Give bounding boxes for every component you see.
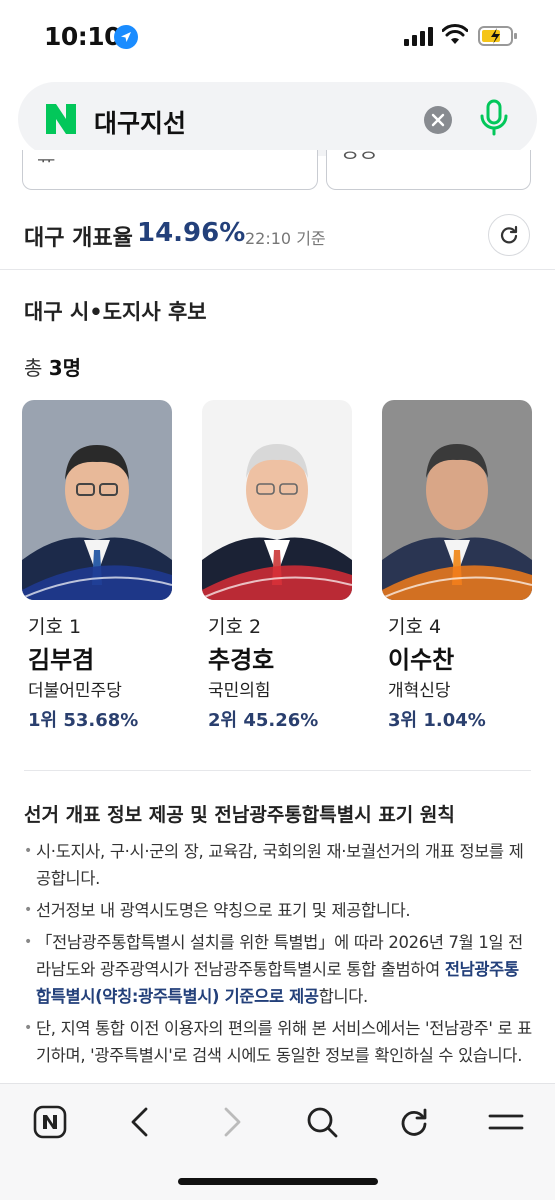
district-select-cropped[interactable]: ᄋᄋ [326, 150, 531, 190]
back-icon[interactable] [118, 1100, 162, 1144]
candidate-count: 총 3명 [24, 352, 81, 381]
notice-text: 합니다. [318, 987, 369, 1006]
wifi-icon [441, 24, 469, 46]
candidate-symbol: 기호 2 [208, 616, 262, 638]
candidate-party: 국민의힘 [208, 681, 271, 701]
refresh-button[interactable] [488, 214, 530, 256]
turnout-time: 22:10 기준 [245, 229, 326, 248]
microphone-icon[interactable] [476, 98, 512, 138]
candidate-photo[interactable] [202, 400, 352, 600]
candidate-symbol: 기호 4 [388, 616, 442, 638]
candidate-result: 1위 53.68% [28, 706, 138, 732]
notice-item: 「전남광주통합특별시 설치를 위한 특별법」에 따라 2026년 7월 1일 전… [24, 929, 532, 1010]
candidate-party: 더불어민주당 [28, 681, 122, 701]
candidate-rank: 3위 [388, 710, 418, 731]
candidate-symbol: 기호 1 [28, 616, 82, 638]
candidate-name[interactable]: 추경호 [208, 640, 274, 675]
count-prefix: 총 [24, 356, 49, 380]
candidate-photo[interactable] [22, 400, 172, 600]
candidate-rank: 2위 [208, 710, 238, 731]
candidate-name[interactable]: 김부겸 [28, 640, 94, 675]
turnout-label: 대구 개표율 [24, 226, 133, 251]
naver-home-icon[interactable] [28, 1100, 72, 1144]
candidate-party: 개혁신당 [388, 681, 451, 701]
home-indicator[interactable] [178, 1178, 378, 1185]
candidate-card[interactable]: 기호 1 김부겸 더불어민주당 1위 53.68% [22, 400, 172, 740]
battery-charging-icon [478, 25, 518, 47]
candidate-percent: 45.26% [243, 710, 319, 731]
candidate-card[interactable]: 기호 4 이수찬 개혁신당 3위 1.04% [382, 400, 532, 740]
region-select-cropped[interactable]: ᅲ [22, 150, 318, 190]
notice-item: 단, 지역 통합 이전 이용자의 편의를 위해 본 서비스에서는 '전남광주' … [24, 1015, 532, 1069]
notice-item: 시·도지사, 구·시·군의 장, 교육감, 국회의원 재·보궐선거의 개표 정보… [24, 838, 532, 892]
turnout-row: 대구 개표율 14.96% 22:10 기준 [0, 200, 555, 270]
candidate-percent: 53.68% [63, 710, 139, 731]
refresh-icon [500, 225, 518, 244]
candidate-percent: 1.04% [423, 710, 486, 731]
candidate-rank: 1위 [28, 710, 58, 731]
section-title: 대구 시•도지사 후보 [24, 300, 207, 324]
search-icon[interactable] [300, 1100, 344, 1144]
close-circle-icon[interactable] [424, 106, 452, 134]
naver-n-logo[interactable] [44, 102, 78, 136]
candidate-result: 3위 1.04% [388, 706, 486, 732]
menu-icon[interactable] [484, 1100, 528, 1144]
section-divider [24, 770, 531, 771]
location-arrow-icon [114, 25, 138, 49]
status-time: 10:10 [44, 22, 122, 51]
count-value: 3명 [48, 356, 82, 380]
search-input[interactable]: 대구지선 [94, 104, 186, 140]
candidate-card[interactable]: 기호 2 추경호 국민의힘 2위 45.26% [202, 400, 352, 740]
forward-icon[interactable] [210, 1100, 254, 1144]
candidate-photo[interactable] [382, 400, 532, 600]
notice-item: 선거정보 내 광역시도명은 약칭으로 표기 및 제공합니다. [24, 897, 532, 924]
cellular-signal-icon [404, 26, 434, 46]
candidate-name[interactable]: 이수찬 [388, 640, 454, 675]
notice-title: 선거 개표 정보 제공 및 전남광주통합특별시 표기 원칙 [24, 804, 455, 826]
reload-icon[interactable] [392, 1100, 436, 1144]
notice-list: 시·도지사, 구·시·군의 장, 교육감, 국회의원 재·보궐선거의 개표 정보… [24, 838, 532, 1074]
status-bar: 10:10 [0, 0, 555, 72]
candidate-result: 2위 45.26% [208, 706, 318, 732]
search-bar[interactable]: 대구지선 [18, 82, 537, 156]
turnout-value: 14.96% [137, 218, 246, 248]
